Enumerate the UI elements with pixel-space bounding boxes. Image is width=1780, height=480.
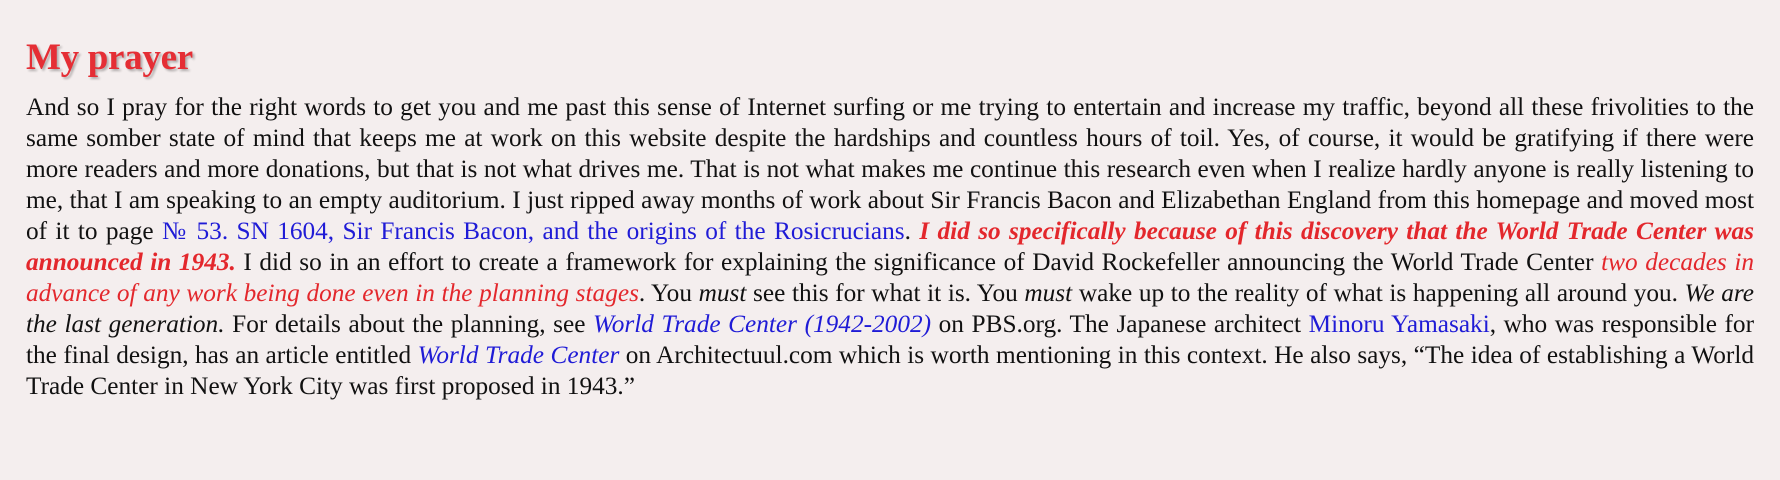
text-segment: I did so in an effort to create a framew… — [235, 248, 1602, 276]
text-segment: For details about the planning, see — [224, 310, 594, 338]
emphasis-must-1: must — [698, 279, 747, 307]
link-wtc-1942-2002[interactable]: World Trade Center (1942-2002) — [593, 310, 931, 338]
link-minoru-yamasaki[interactable]: Minoru Yamasaki — [1309, 310, 1490, 338]
text-segment: wake up to the reality of what is happen… — [1072, 279, 1685, 307]
text-segment: . You — [638, 279, 699, 307]
link-wtc-architectuul[interactable]: World Trade Center — [418, 341, 620, 369]
text-segment: see this for what it is. You — [746, 279, 1025, 307]
link-sn-1604-bacon-rosicrucians[interactable]: № 53. SN 1604, Sir Francis Bacon, and th… — [162, 217, 905, 245]
prayer-paragraph: And so I pray for the right words to get… — [26, 82, 1754, 402]
article: My prayer And so I pray for the right wo… — [0, 0, 1780, 402]
emphasis-must-2: must — [1024, 279, 1073, 307]
page-title: My prayer — [26, 37, 193, 78]
text-segment: on PBS.org. The Japanese architect — [931, 310, 1309, 338]
text-segment: . — [904, 217, 920, 245]
